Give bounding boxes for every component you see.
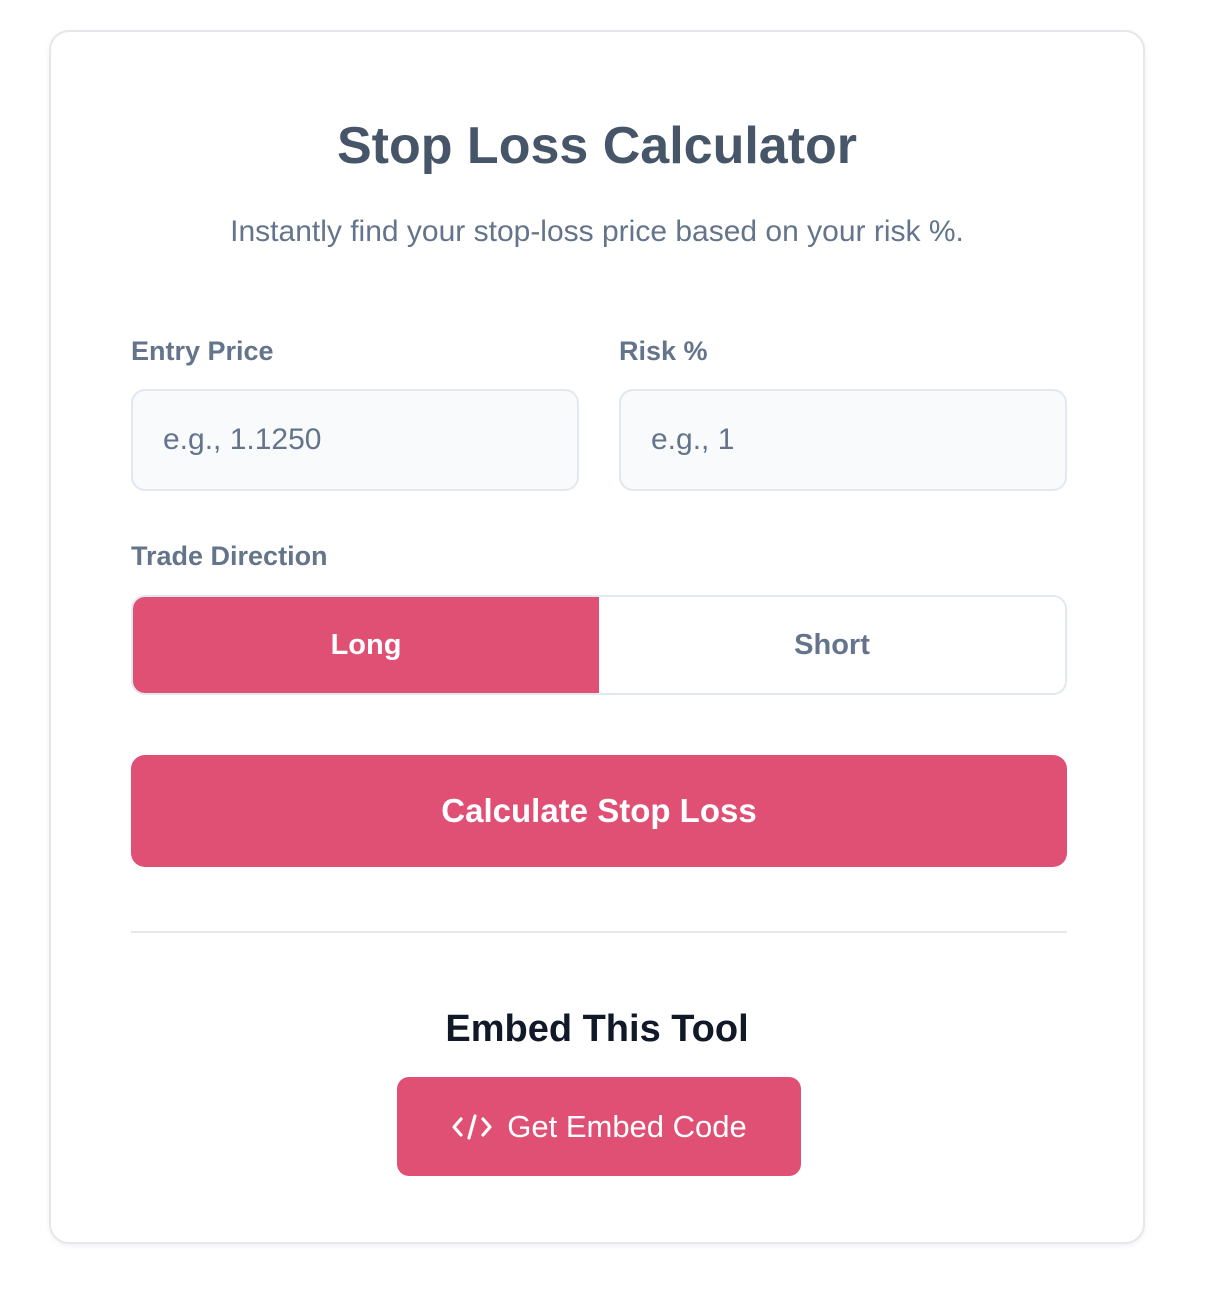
get-embed-code-button[interactable]: Get Embed Code [397, 1077, 801, 1176]
page-title: Stop Loss Calculator [336, 117, 858, 175]
short-button[interactable]: Short [599, 597, 1065, 693]
calculate-button[interactable]: Calculate Stop Loss [131, 755, 1067, 867]
long-button[interactable]: Long [133, 597, 599, 693]
entry-price-input[interactable] [131, 389, 579, 491]
risk-label: Risk % [619, 336, 708, 366]
calculator-card: Stop Loss Calculator Instantly find your… [49, 30, 1145, 1244]
page-subtitle: Instantly find your stop-loss price base… [230, 215, 964, 248]
risk-input[interactable] [619, 389, 1067, 491]
divider [131, 931, 1067, 933]
entry-price-label: Entry Price [131, 336, 274, 366]
trade-direction-label: Trade Direction [131, 541, 328, 571]
code-icon [451, 1112, 493, 1142]
trade-direction-toggle: Long Short [131, 595, 1067, 695]
embed-title: Embed This Tool [445, 1008, 749, 1050]
embed-button-label: Get Embed Code [507, 1108, 747, 1144]
